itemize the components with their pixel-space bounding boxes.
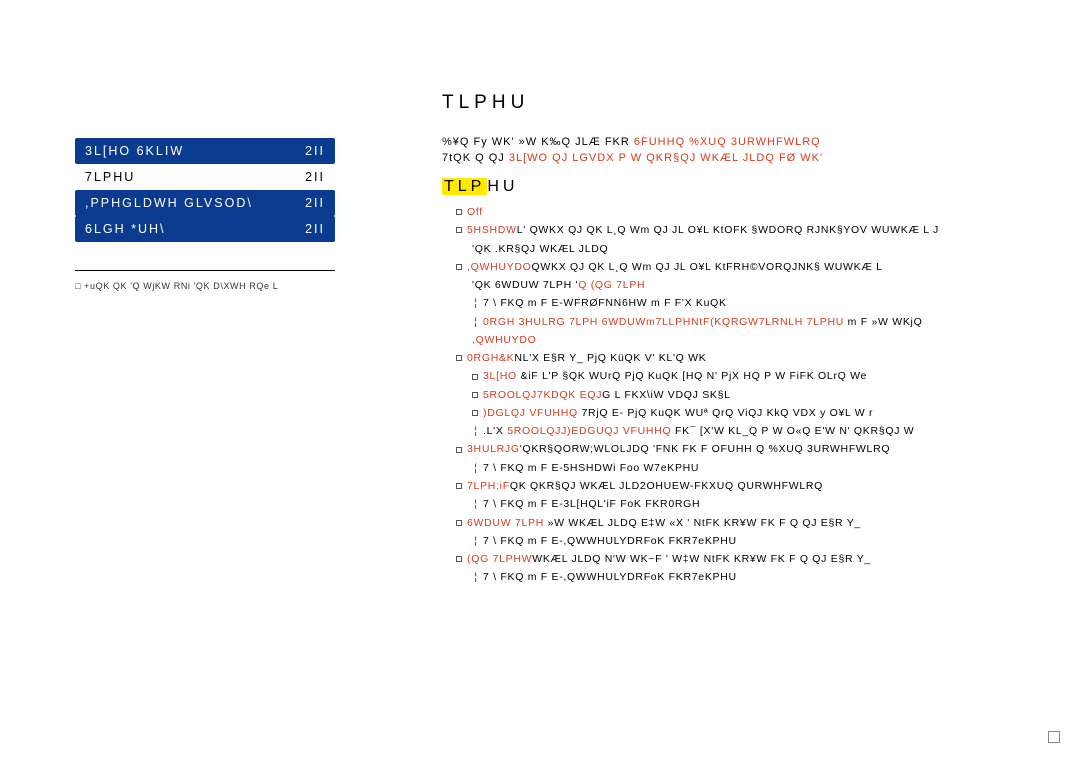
main-content: TLPHU %¥Q Fy WK' »W K‰Q JLÆ FKR 6FUHHQ %… [442, 92, 1080, 588]
sidebar-item-label: 3L[HO 6KLIW [85, 144, 184, 158]
bullet-icon [456, 520, 462, 526]
sidebar-item-label: 7LPHU [85, 170, 135, 184]
sidebar-item-timer[interactable]: 7LPHU 2II [75, 164, 335, 190]
bullet-icon [472, 410, 478, 416]
bullet-icon [456, 209, 462, 215]
content-body: Off 5HSHDWL' QWKX QJ QK L¸Q Wm QJ JL O¥L… [442, 204, 1080, 586]
bullet-icon [456, 556, 462, 562]
bullet-icon [456, 483, 462, 489]
desc-line-1: %¥Q Fy WK' »W K‰Q JLÆ FKR 6FUHHQ %XUQ 3U… [442, 136, 1080, 148]
bullet-icon [456, 447, 462, 453]
page-title: TLPHU [442, 92, 1080, 114]
desc-line-2: 7tQK Q QJ 3L[WO QJ LGVDX P W QKR§QJ WKÆL… [442, 152, 1080, 164]
sidebar-item-status: 2II [305, 144, 325, 158]
sidebar-item-pixel-shift[interactable]: 3L[HO 6KLIW 2II [75, 138, 335, 164]
bullet-icon [472, 374, 478, 380]
sidebar-item-status: 2II [305, 222, 325, 236]
sidebar: 3L[HO 6KLIW 2II 7LPHU 2II ,PPHGLDWH GLVS… [75, 138, 335, 291]
bullet-icon [472, 392, 478, 398]
sidebar-item-label: ,PPHGLDWH GLVSOD\ [85, 196, 253, 210]
bullet-icon [456, 264, 462, 270]
subtitle: TLPHU [442, 178, 1080, 196]
sidebar-footer-note: □ +uQK QK 'Q WjKW RNi 'QK D\XWH RQe L [75, 270, 335, 291]
bullet-icon [456, 355, 462, 361]
bullet-icon [456, 227, 462, 233]
sidebar-item-side-grey[interactable]: 6LGH *UH\ 2II [75, 216, 335, 242]
sidebar-item-status: 2II [305, 196, 325, 210]
sidebar-item-status: 2II [305, 170, 325, 184]
sidebar-item-immediate-display[interactable]: ,PPHGLDWH GLVSOD\ 2II [75, 190, 335, 216]
sidebar-item-label: 6LGH *UH\ [85, 222, 166, 236]
page-corner-icon [1048, 731, 1060, 743]
